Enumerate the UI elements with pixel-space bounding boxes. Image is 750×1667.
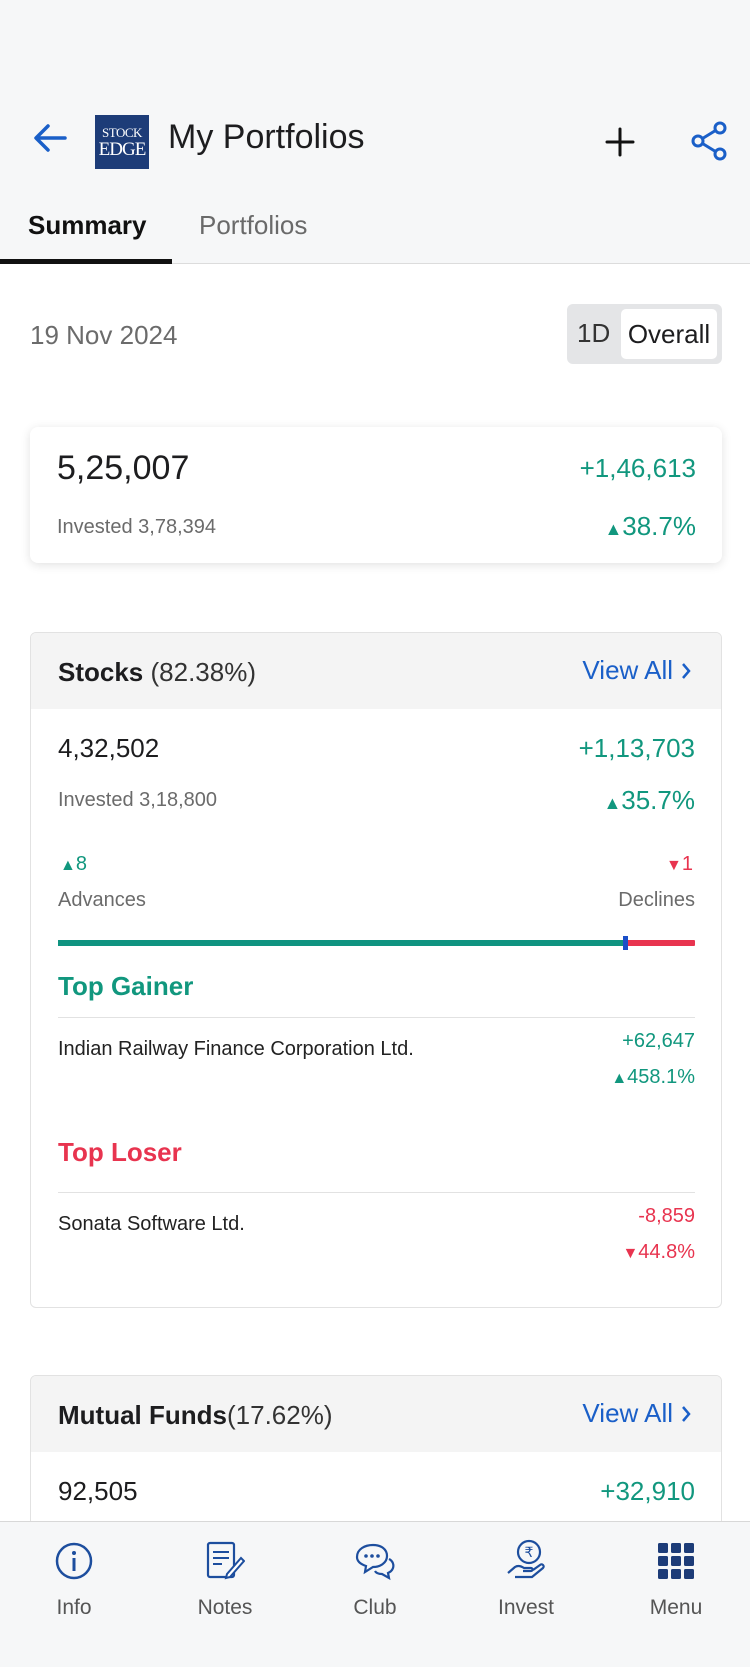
advances-fill: [58, 940, 625, 946]
stocks-title: Stocks (82.38%): [58, 657, 256, 687]
stocks-gain: +1,13,703: [578, 733, 695, 763]
stocks-card: Stocks (82.38%) View All 4,32,502 +1,13,…: [30, 632, 722, 1308]
chevron-right-icon: [682, 1405, 691, 1422]
advance-decline-marker: [623, 936, 628, 950]
rupee-hand-icon: ₹: [507, 1539, 545, 1579]
tab-portfolios[interactable]: Portfolios: [199, 210, 307, 241]
stockedge-logo: STOCK EDGE: [95, 115, 149, 169]
plus-icon: [605, 127, 635, 157]
gain-percent: ▲38.7%: [604, 511, 696, 541]
top-gainer-name[interactable]: Indian Railway Finance Corporation Ltd.: [58, 1038, 414, 1061]
chevron-right-icon: [682, 662, 691, 679]
total-gain: +1,46,613: [579, 453, 696, 483]
share-icon: [691, 121, 727, 161]
top-gainer-change: +62,647: [622, 1030, 695, 1052]
advances-count: ▲8: [60, 853, 87, 875]
add-portfolio-button[interactable]: [596, 118, 644, 166]
toggle-overall[interactable]: Overall: [621, 309, 717, 359]
nav-club[interactable]: Club: [320, 1536, 430, 1620]
top-loser-percent: ▼44.8%: [622, 1241, 695, 1263]
declines-label: Declines: [618, 889, 695, 911]
triangle-up-icon: ▲: [604, 519, 623, 539]
triangle-up-icon: ▲: [611, 1070, 628, 1087]
page-title: My Portfolios: [168, 118, 365, 156]
advances-label: Advances: [58, 889, 146, 911]
toggle-1d[interactable]: 1D: [577, 318, 610, 349]
top-loser-change: -8,859: [638, 1205, 695, 1227]
arrow-left-icon: [34, 124, 67, 152]
mutual-funds-view-all-link[interactable]: View All: [582, 1398, 691, 1429]
tab-bar: Summary Portfolios: [0, 196, 750, 264]
chat-icon: [355, 1543, 395, 1581]
nav-info[interactable]: Info: [19, 1536, 129, 1620]
nav-notes[interactable]: Notes: [170, 1536, 280, 1620]
bottom-navigation: Info Notes Club ₹ Invest Menu: [0, 1521, 750, 1667]
mutual-funds-card: Mutual Funds(17.62%) View All 92,505 +32…: [30, 1375, 722, 1521]
triangle-up-icon: ▲: [60, 857, 76, 874]
portfolio-summary-card: 5,25,007 +1,46,613 Invested 3,78,394 ▲38…: [30, 427, 722, 563]
advance-decline-bar: [58, 936, 695, 950]
stocks-invested: Invested 3,18,800: [58, 789, 218, 811]
declines-count: ▼1: [666, 853, 693, 875]
period-toggle: 1D Overall: [567, 304, 722, 364]
top-gainer-percent: ▲458.1%: [611, 1066, 695, 1088]
stocks-gain-percent: ▲35.7%: [603, 785, 695, 815]
mutual-funds-current-value: 92,505: [58, 1476, 138, 1506]
mutual-funds-gain: +32,910: [600, 1476, 695, 1506]
divider: [58, 1017, 695, 1018]
top-loser-heading: Top Loser: [58, 1137, 182, 1167]
stocks-header: Stocks (82.38%) View All: [31, 633, 721, 709]
triangle-up-icon: ▲: [603, 793, 622, 813]
stocks-current-value: 4,32,502: [58, 733, 160, 763]
tab-summary[interactable]: Summary: [28, 210, 147, 241]
top-loser-name[interactable]: Sonata Software Ltd.: [58, 1213, 245, 1236]
mutual-funds-header: Mutual Funds(17.62%) View All: [31, 1376, 721, 1452]
current-value: 5,25,007: [57, 449, 190, 487]
svg-text:₹: ₹: [525, 1545, 534, 1561]
share-button[interactable]: [686, 118, 732, 164]
divider: [58, 1192, 695, 1193]
mutual-funds-title: Mutual Funds(17.62%): [58, 1400, 333, 1430]
notes-icon: [206, 1541, 245, 1580]
grid-menu-icon: [658, 1543, 694, 1579]
nav-invest[interactable]: ₹ Invest: [471, 1536, 581, 1620]
summary-date: 19 Nov 2024: [30, 320, 178, 350]
triangle-down-icon: ▼: [666, 857, 682, 874]
nav-menu[interactable]: Menu: [621, 1536, 731, 1620]
status-bar: [0, 0, 750, 96]
stocks-view-all-link[interactable]: View All: [582, 655, 691, 686]
top-gainer-heading: Top Gainer: [58, 971, 194, 1001]
triangle-down-icon: ▼: [622, 1245, 639, 1262]
back-button[interactable]: [28, 116, 72, 160]
main-content[interactable]: 19 Nov 2024 1D Overall 5,25,007 +1,46,61…: [0, 264, 750, 1521]
invested-amount: Invested 3,78,394: [57, 516, 217, 538]
info-icon: [55, 1542, 93, 1580]
date-row: 19 Nov 2024 1D Overall: [30, 302, 722, 364]
app-header: STOCK EDGE My Portfolios: [0, 96, 750, 188]
